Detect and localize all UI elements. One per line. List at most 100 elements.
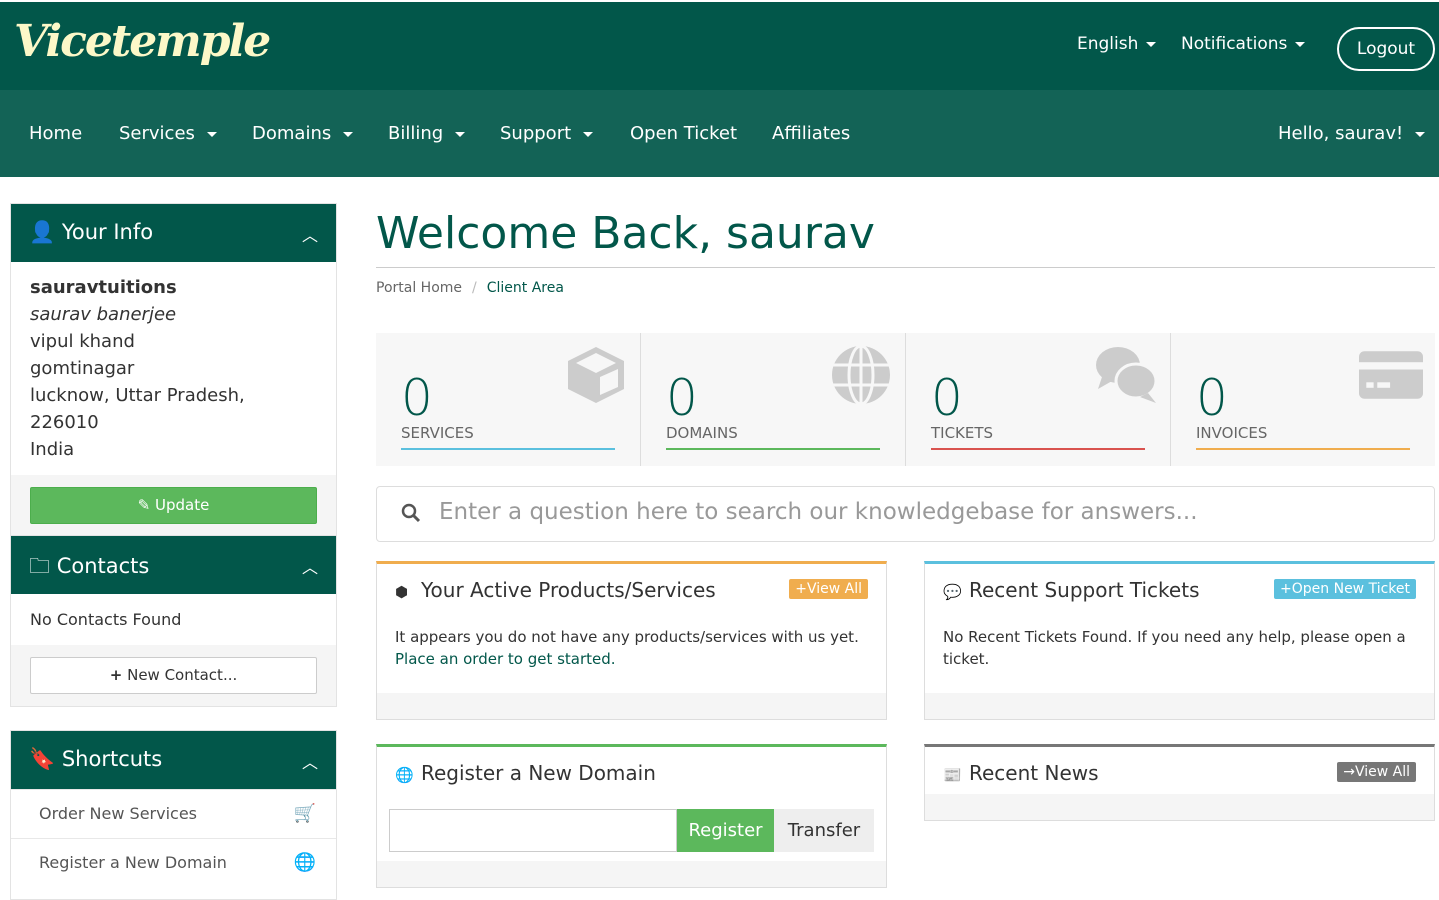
nav-label: Domains <box>252 123 332 144</box>
caret-down-icon <box>455 131 466 137</box>
city-line: lucknow, Uttar Pradesh, 226010 <box>30 385 245 433</box>
shortcut-order-services[interactable]: Order New Services 🛒 <box>11 789 336 838</box>
search-placeholder: Enter a question here to search our know… <box>439 499 1198 525</box>
nav-home[interactable]: Home <box>29 123 82 144</box>
register-button[interactable]: Register <box>677 809 774 852</box>
user-menu[interactable]: Hello, saurav! <box>1278 123 1426 144</box>
button-label: View All <box>806 581 862 597</box>
card-title: Recent Support Tickets <box>969 578 1200 602</box>
search-icon <box>401 503 421 523</box>
nav-label: Home <box>29 123 83 144</box>
nav-domains[interactable]: Domains <box>252 123 354 144</box>
nav-services[interactable]: Services <box>119 123 217 144</box>
logout-button[interactable]: Logout <box>1337 27 1435 71</box>
nav-billing[interactable]: Billing <box>388 123 466 144</box>
open-new-ticket-button[interactable]: +Open New Ticket <box>1274 579 1416 599</box>
nav-label: Affiliates <box>772 123 851 144</box>
nav-support[interactable]: Support <box>500 123 594 144</box>
shortcut-label: Register a New Domain <box>39 853 227 872</box>
card-title: Recent News <box>969 761 1099 785</box>
language-label: English <box>1077 34 1139 54</box>
contacts-panel: 🗀 Contacts ︿ No Contacts Found + New Cont… <box>10 535 337 707</box>
card-title: Register a New Domain <box>421 761 656 785</box>
user-icon: 👤 <box>29 220 56 244</box>
tile-tickets[interactable]: 0 TICKETS <box>906 333 1171 466</box>
language-dropdown[interactable]: English <box>1077 34 1157 54</box>
panel-header[interactable]: 👤 Your Info ︿ <box>11 204 336 262</box>
nav-label: Billing <box>388 123 444 144</box>
knowledgebase-search-input[interactable]: Enter a question here to search our know… <box>376 486 1435 542</box>
panel-header[interactable]: 🗀 Contacts ︿ <box>11 536 336 594</box>
button-label: Open New Ticket <box>1291 581 1410 597</box>
card-footer <box>377 693 886 719</box>
nav-label: Open Ticket <box>630 123 738 144</box>
plus-icon: + <box>109 666 123 684</box>
tile-value: 0 <box>1196 369 1228 427</box>
logo[interactable]: Vicetemple <box>14 16 271 67</box>
address-line: vipul khand <box>30 331 135 352</box>
chevron-up-icon[interactable]: ︿ <box>302 222 318 246</box>
caret-down-icon <box>583 131 594 137</box>
breadcrumb-portal-home[interactable]: Portal Home <box>376 280 462 296</box>
no-contacts-text: No Contacts Found <box>30 610 182 629</box>
full-name: saurav banerjee <box>30 304 177 325</box>
nav-affiliates[interactable]: Affiliates <box>772 123 850 144</box>
breadcrumb: Portal Home / Client Area <box>376 280 564 296</box>
products-card: ⬢ Your Active Products/Services +View All… <box>376 561 887 720</box>
notifications-label: Notifications <box>1181 34 1288 54</box>
caret-down-icon <box>1415 131 1426 137</box>
tile-bar <box>1196 448 1410 450</box>
nav-open-ticket[interactable]: Open Ticket <box>630 123 737 144</box>
your-info-panel: 👤 Your Info ︿ sauravtuitions saurav baner… <box>10 203 337 537</box>
notifications-dropdown[interactable]: Notifications <box>1181 34 1306 54</box>
stats-tiles: 0 SERVICES 0 DOMAINS 0 TICKETS 0 INVOICE… <box>376 333 1435 466</box>
page-title: Welcome Back, saurav <box>376 208 875 259</box>
tile-value: 0 <box>666 369 698 427</box>
comments-icon: 💬 <box>943 583 962 601</box>
cube-icon <box>568 347 624 403</box>
transfer-button[interactable]: Transfer <box>774 809 874 852</box>
tile-value: 0 <box>401 369 433 427</box>
update-button[interactable]: ✎ Update <box>30 487 317 524</box>
caret-down-icon <box>1295 41 1306 47</box>
news-card: 📰 Recent News →View All <box>924 744 1435 821</box>
view-all-news-button[interactable]: →View All <box>1337 762 1416 782</box>
register-domain-card: 🌐 Register a New Domain Register Transfer <box>376 744 887 888</box>
newspaper-icon: 📰 <box>943 766 962 784</box>
card-footer <box>377 861 886 887</box>
panel-title: Contacts <box>56 554 150 578</box>
card-footer <box>925 794 1434 820</box>
caret-down-icon <box>1146 41 1157 47</box>
chevron-up-icon[interactable]: ︿ <box>302 749 318 773</box>
empty-text: No Recent Tickets Found. If you need any… <box>943 628 1406 668</box>
breadcrumb-client-area: Client Area <box>486 280 564 296</box>
place-order-link[interactable]: Place an order to get started. <box>395 650 616 668</box>
tile-invoices[interactable]: 0 INVOICES <box>1171 333 1435 466</box>
card-title: Your Active Products/Services <box>421 578 716 602</box>
address-line: gomtinagar <box>30 358 135 379</box>
domain-input[interactable] <box>389 809 677 852</box>
credit-card-icon <box>1359 351 1423 399</box>
divider <box>376 267 1435 268</box>
tile-domains[interactable]: 0 DOMAINS <box>641 333 906 466</box>
new-contact-button[interactable]: + New Contact... <box>30 657 317 694</box>
chevron-up-icon[interactable]: ︿ <box>302 554 318 578</box>
tile-label: SERVICES <box>401 424 474 442</box>
shortcuts-panel: 🔖 Shortcuts ︿ Order New Services 🛒 Registe… <box>10 730 337 900</box>
view-all-products-button[interactable]: +View All <box>789 579 868 599</box>
folder-icon: 🗀 <box>29 554 50 578</box>
nav-label: Support <box>500 123 572 144</box>
tile-label: DOMAINS <box>666 424 738 442</box>
panel-header[interactable]: 🔖 Shortcuts ︿ <box>11 731 336 789</box>
panel-title: Shortcuts <box>61 747 163 771</box>
tickets-card: 💬 Recent Support Tickets +Open New Ticket… <box>924 561 1435 720</box>
tile-services[interactable]: 0 SERVICES <box>376 333 641 466</box>
nav-label: Services <box>119 123 195 144</box>
shortcut-register-domain[interactable]: Register a New Domain 🌐 <box>11 838 336 887</box>
button-label: New Contact... <box>127 666 238 684</box>
pencil-icon: ✎ <box>137 496 151 514</box>
tile-label: TICKETS <box>931 424 994 442</box>
tile-bar <box>931 448 1145 450</box>
caret-down-icon <box>206 131 217 137</box>
username: sauravtuitions <box>30 277 177 298</box>
